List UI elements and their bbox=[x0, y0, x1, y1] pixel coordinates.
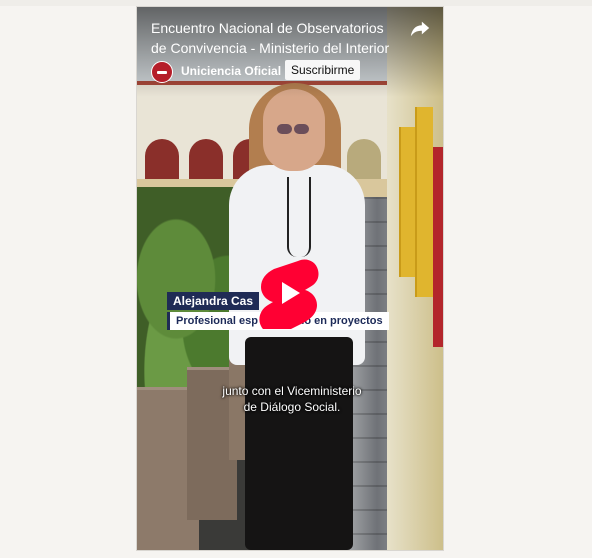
caption-line-2: de Diálogo Social. bbox=[243, 400, 341, 414]
lower-third-name: Alejandra Cas bbox=[167, 292, 260, 310]
subscribe-button[interactable]: Suscribirme bbox=[285, 60, 361, 80]
caption-line-1: junto con el Viceministerio bbox=[222, 384, 362, 398]
thumbnail-arch bbox=[189, 139, 223, 183]
channel-avatar[interactable] bbox=[151, 61, 173, 83]
video-player[interactable]: Encuentro Nacional de Observatorios de C… bbox=[137, 7, 443, 550]
thumbnail-column bbox=[415, 107, 433, 297]
thumbnail-lanyard bbox=[287, 177, 311, 257]
youtube-shorts-play-icon[interactable] bbox=[258, 257, 320, 335]
thumbnail-arch bbox=[145, 139, 179, 183]
page-top-edge bbox=[0, 0, 592, 6]
channel-name[interactable]: Uniciencia Oficial bbox=[181, 63, 281, 79]
thumbnail-red-wall bbox=[433, 147, 443, 347]
thumbnail-person-pants bbox=[245, 337, 353, 550]
video-title[interactable]: Encuentro Nacional de Observatorios de C… bbox=[151, 18, 401, 58]
share-arrow-icon[interactable] bbox=[409, 17, 431, 39]
thumbnail-sunglasses bbox=[277, 121, 313, 134]
video-caption: junto con el Viceministerio de Diálogo S… bbox=[197, 383, 387, 415]
